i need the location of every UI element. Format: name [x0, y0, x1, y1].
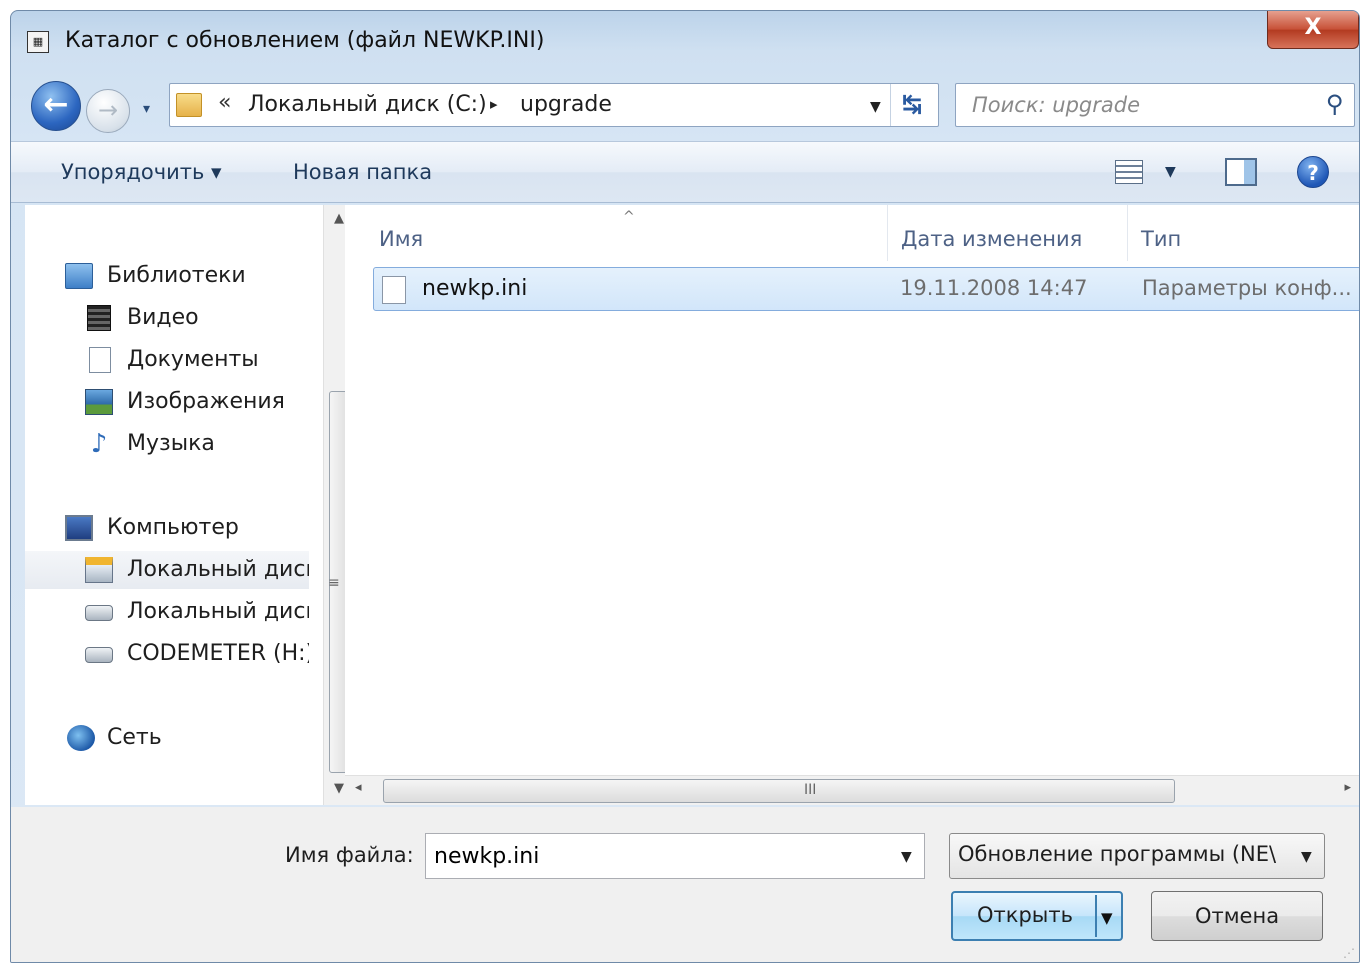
new-folder-button[interactable]: Новая папка	[293, 160, 432, 184]
open-button[interactable]: Открыть	[951, 891, 1123, 941]
sidebar-item-computer[interactable]: Компьютер	[25, 509, 309, 547]
address-bar[interactable]: « Локальный диск (C:) ▸ upgrade ▼ ↹	[169, 83, 939, 127]
open-button-divider	[1095, 895, 1097, 937]
sidebar-item-documents[interactable]: Документы	[25, 341, 309, 379]
forward-button[interactable]: →	[86, 89, 130, 133]
help-icon[interactable]: ?	[1297, 156, 1329, 188]
sidebar-item-label: CODEMETER (H:)	[127, 641, 309, 666]
file-type: Параметры конф...	[1142, 276, 1352, 300]
sort-ascending-icon: ^	[623, 209, 635, 225]
sidebar-item-label: Видео	[127, 305, 199, 330]
sidebar-item-label: Компьютер	[107, 515, 239, 540]
file-list: ^ Имя Дата изменения Тип newkp.ini 19.11…	[345, 205, 1359, 805]
window-title: Каталог с обновлением (файл NEWKP.INI)	[65, 28, 545, 53]
filetype-dropdown-icon[interactable]: ▼	[1301, 849, 1312, 865]
sidebar-item-local-disk-c[interactable]: Локальный диск	[25, 551, 309, 589]
sidebar-item-codemeter[interactable]: CODEMETER (H:)	[25, 635, 309, 673]
column-header-type[interactable]: Тип	[1141, 227, 1181, 251]
scroll-left-icon[interactable]: ◂	[355, 780, 362, 795]
drive-icon	[85, 605, 113, 621]
organize-button[interactable]: Упорядочить ▾	[61, 160, 222, 184]
drive-icon	[85, 647, 113, 663]
filename-label: Имя файла:	[285, 843, 414, 867]
file-date-modified: 19.11.2008 14:47	[900, 276, 1088, 300]
close-button[interactable]: X	[1267, 11, 1359, 49]
filetype-select[interactable]: Обновление программы (NE\	[949, 833, 1325, 879]
column-header-name[interactable]: Имя	[379, 227, 423, 251]
navigation-pane: Библиотеки Видео Документы Изображения ♪…	[25, 205, 353, 805]
sidebar-item-label: Сеть	[107, 725, 162, 750]
sidebar-item-local-disk[interactable]: Локальный диск	[25, 593, 309, 631]
sidebar-item-label: Изображения	[127, 389, 285, 414]
breadcrumb-upgrade[interactable]: upgrade	[520, 92, 612, 117]
title-bar[interactable]: ▦ Каталог с обновлением (файл NEWKP.INI)…	[11, 11, 1359, 71]
scroll-grip-icon: ≡	[328, 575, 340, 591]
dialog-window: ▦ Каталог с обновлением (файл NEWKP.INI)…	[10, 10, 1360, 963]
sidebar-item-video[interactable]: Видео	[25, 299, 309, 337]
refresh-icon[interactable]: ↹	[902, 90, 922, 118]
resize-grip-icon[interactable]: ⋰	[1343, 946, 1355, 960]
system-drive-icon	[85, 557, 113, 583]
column-divider[interactable]	[887, 205, 888, 261]
column-divider[interactable]	[1127, 205, 1128, 261]
breadcrumb-separator-icon[interactable]: ▸	[490, 95, 498, 113]
column-header-date-modified[interactable]: Дата изменения	[901, 227, 1082, 251]
search-input[interactable]: Поиск: upgrade	[972, 93, 1140, 117]
sidebar-item-label: Документы	[127, 347, 259, 372]
back-button[interactable]: ←	[31, 81, 81, 131]
music-icon: ♪	[90, 429, 108, 459]
preview-pane-icon[interactable]	[1225, 158, 1257, 186]
address-divider	[890, 84, 891, 126]
folder-icon	[176, 93, 202, 117]
scroll-right-icon[interactable]: ▸	[1344, 780, 1351, 795]
open-options-dropdown-icon[interactable]: ▼	[1101, 909, 1113, 927]
sidebar-item-label: Библиотеки	[107, 263, 246, 288]
sidebar-item-pictures[interactable]: Изображения	[25, 383, 309, 421]
recent-pages-button[interactable]: ▾	[143, 101, 150, 117]
sidebar-item-network[interactable]: Сеть	[25, 719, 309, 757]
file-name: newkp.ini	[422, 276, 528, 301]
navigation-bar: ← → ▾ « Локальный диск (C:) ▸ upgrade ▼ …	[11, 79, 1359, 133]
dialog-footer: Имя файла: ▼ Обновление программы (NE\ ▼…	[11, 807, 1359, 962]
view-options-dropdown-icon[interactable]: ▼	[1165, 164, 1176, 180]
sidebar-item-music[interactable]: ♪ Музыка	[25, 425, 309, 463]
breadcrumb-local-disk[interactable]: Локальный диск (C:)	[248, 92, 487, 117]
file-list-horizontal-scrollbar[interactable]: ◂ III ▸	[345, 775, 1359, 805]
address-dropdown-button[interactable]: ▼	[870, 99, 881, 115]
scrollbar-thumb[interactable]: III	[383, 779, 1175, 803]
scroll-grip-icon: III	[804, 782, 817, 798]
network-icon	[67, 725, 95, 751]
sidebar-item-label: Локальный диск	[127, 557, 309, 582]
sidebar-item-libraries[interactable]: Библиотеки	[25, 257, 309, 295]
app-icon: ▦	[27, 31, 49, 53]
search-box[interactable]: Поиск: upgrade ⚲	[955, 83, 1355, 127]
view-options-icon[interactable]	[1115, 160, 1143, 184]
search-icon[interactable]: ⚲	[1326, 90, 1344, 118]
cancel-button[interactable]: Отмена	[1151, 891, 1323, 941]
pictures-icon	[85, 389, 113, 415]
video-icon	[87, 305, 111, 331]
filename-input[interactable]	[425, 833, 925, 879]
documents-icon	[89, 347, 111, 373]
filename-dropdown-icon[interactable]: ▼	[901, 849, 912, 865]
sidebar-item-label: Музыка	[127, 431, 215, 456]
settings-file-icon	[382, 276, 406, 304]
computer-icon	[65, 515, 93, 541]
command-bar: Упорядочить ▾ Новая папка ▼ ?	[11, 141, 1359, 203]
libraries-icon	[65, 263, 93, 289]
file-row[interactable]: newkp.ini 19.11.2008 14:47 Параметры кон…	[373, 267, 1359, 311]
sidebar-item-label: Локальный диск	[127, 599, 309, 624]
address-overflow-button[interactable]: «	[218, 90, 231, 115]
